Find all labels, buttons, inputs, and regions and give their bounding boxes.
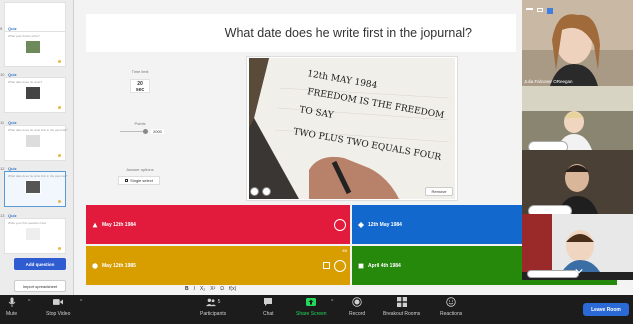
slide-text: Write your first question here — [8, 221, 47, 225]
slide-thumbnail — [25, 40, 41, 54]
quiz-editor: 9 Quiz What year did he write? 10 Quiz W… — [0, 0, 633, 295]
list-icon — [125, 179, 129, 182]
add-image-icon[interactable] — [323, 262, 330, 269]
correct-answer-toggle[interactable] — [334, 259, 346, 272]
reactions-label: Reactions — [440, 311, 463, 317]
slide-12[interactable]: What date does he write first in the jop… — [4, 171, 68, 207]
minimize-icon[interactable] — [526, 8, 533, 10]
participants-button[interactable]: 5 Participants — [200, 297, 226, 317]
record-label: Record — [349, 311, 366, 317]
slide-thumbnail — [25, 134, 41, 148]
italic-button[interactable]: I — [194, 286, 195, 292]
chat-icon — [264, 298, 273, 306]
caret-up-icon[interactable]: ^ — [28, 299, 30, 305]
leave-room-button[interactable]: Leave Room — [583, 303, 629, 316]
journal-photo: 12th MAY 1984 FREEDOM IS THE FREEDOM TO … — [249, 58, 455, 199]
record-icon — [352, 297, 362, 307]
answer-3-text: May 12th 1985 — [102, 262, 136, 269]
answer-1-text: May 12th 1984 — [102, 221, 136, 228]
question-text: What date does he write first in the jop… — [224, 26, 472, 40]
add-question-button[interactable]: Add question — [14, 258, 66, 270]
question-title[interactable]: What date does he write first in the jop… — [86, 14, 516, 52]
slide-status-dot — [58, 247, 61, 250]
slide-thumbnail — [25, 86, 41, 100]
points-label: Points — [134, 121, 146, 126]
character-count: 60 — [342, 248, 347, 253]
points-slider-handle[interactable] — [143, 129, 148, 134]
special-character-button[interactable]: Ω — [220, 286, 224, 292]
participants-icon — [205, 298, 216, 307]
reactions-button[interactable]: Reactions — [440, 297, 462, 317]
answer-options-label: Answer options — [126, 167, 154, 172]
breakout-rooms-button[interactable]: Breakout Rooms — [383, 297, 420, 317]
video-window-controls — [526, 8, 553, 14]
time-limit-unit: sec — [135, 87, 145, 93]
mute-button[interactable]: Mute — [6, 297, 17, 317]
subscript-button[interactable]: X₂ — [200, 286, 205, 292]
slide-13[interactable]: Write your first question here — [4, 218, 66, 254]
caret-up-icon[interactable]: ^ — [331, 299, 333, 305]
answer-options-dropdown[interactable]: Single select — [118, 176, 160, 185]
breakout-rooms-label: Breakout Rooms — [383, 311, 421, 317]
triangle-icon — [92, 222, 98, 227]
zoom-image-icon[interactable] — [250, 187, 259, 196]
smiley-icon — [446, 297, 456, 307]
time-limit-label: Time limit — [131, 69, 149, 74]
time-limit-selector[interactable]: 20 sec — [130, 79, 150, 93]
share-screen-label: Share Screen — [296, 311, 327, 317]
slide-thumbnail — [25, 180, 41, 194]
chevron-down-icon[interactable] — [575, 268, 583, 274]
participants-count: 5 — [217, 299, 221, 305]
chat-button[interactable]: Chat — [263, 297, 274, 317]
record-button[interactable]: Record — [349, 297, 365, 317]
answer-3[interactable]: May 12th 1985 60 — [86, 246, 350, 285]
slide-status-dot — [58, 106, 61, 109]
caret-up-icon[interactable]: ^ — [80, 299, 82, 305]
participants-label: Participants — [200, 311, 227, 317]
stop-video-button[interactable]: Stop Video — [46, 297, 70, 317]
video-camera-icon — [53, 299, 64, 305]
slide-text: What year did he write? — [8, 34, 40, 38]
share-screen-button[interactable]: Share Screen — [296, 297, 327, 317]
edit-image-icon[interactable] — [262, 187, 271, 196]
correct-answer-toggle[interactable] — [334, 218, 346, 231]
slide-status-dot — [58, 200, 61, 203]
microphone-icon — [8, 297, 15, 307]
participant-name: Julia Falconer OReegan — [524, 79, 573, 84]
circle-icon — [92, 262, 98, 269]
slide-status-dot — [58, 60, 61, 63]
slide-11[interactable]: What date does he write first in the jop… — [4, 125, 68, 161]
redacted-name — [527, 270, 579, 278]
remove-media-button[interactable]: Remove — [425, 187, 453, 196]
square-icon — [358, 263, 364, 268]
formula-button[interactable]: f(x) — [229, 286, 236, 292]
slide-9[interactable]: What year did he write? — [4, 31, 66, 67]
answer-2-text: 12th May 1984 — [368, 221, 402, 228]
share-screen-icon — [306, 298, 317, 306]
points-value: 2000 — [151, 129, 164, 134]
restore-icon[interactable] — [537, 8, 543, 12]
import-spreadsheet-button[interactable]: Import spreadsheet — [14, 280, 66, 292]
mute-label: Mute — [6, 311, 18, 317]
slide-text: What date does he write? — [8, 80, 43, 84]
diamond-icon — [358, 221, 364, 228]
chat-label: Chat — [263, 311, 274, 317]
slide-number: 9 — [0, 26, 3, 31]
bold-button[interactable]: B — [185, 286, 189, 292]
meeting-controls-bar: Mute ^ Stop Video ^ 5 Participants Chat … — [0, 295, 633, 324]
layout-icon[interactable] — [547, 8, 553, 14]
answer-4-text: April 4th 1984 — [368, 262, 401, 269]
answer-1[interactable]: May 12th 1984 — [86, 205, 350, 244]
answer-option-value: Single select — [130, 178, 153, 183]
slide-text: What date does he write first in the jop… — [8, 174, 68, 178]
slide-status-dot — [58, 154, 61, 157]
format-toolbar: B I X₂ X² Ω f(x) — [175, 283, 615, 295]
slide-10[interactable]: What date does he write? — [4, 77, 66, 113]
stop-video-label: Stop Video — [46, 311, 71, 317]
breakout-rooms-icon — [396, 297, 407, 307]
slide-text: What date does he write first in the jop… — [8, 128, 68, 132]
slide-sidebar: 9 Quiz What year did he write? 10 Quiz W… — [0, 0, 74, 295]
slide-thumbnail — [25, 227, 41, 241]
superscript-button[interactable]: X² — [210, 286, 215, 292]
